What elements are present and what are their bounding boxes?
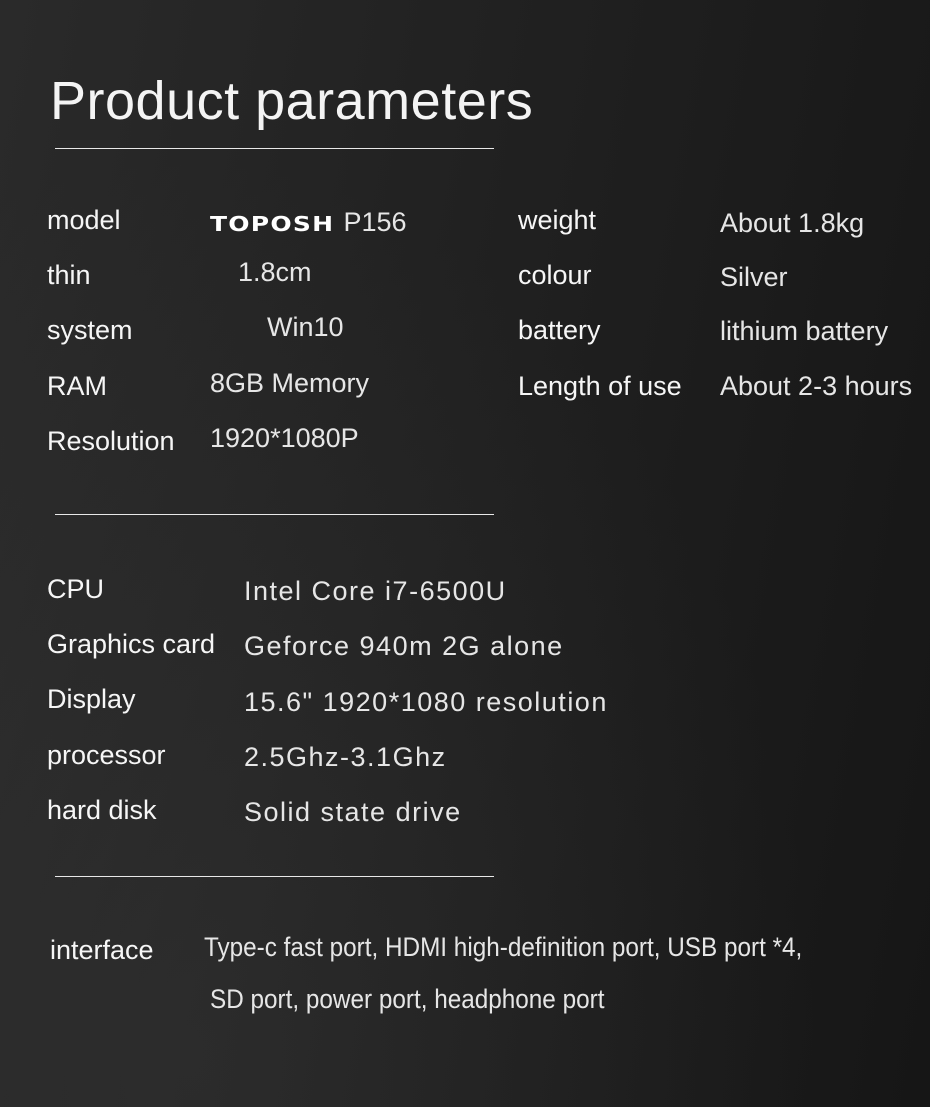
spec-value-colour: Silver (720, 262, 788, 292)
spec-value-weight: About 1.8kg (720, 208, 865, 238)
spec-value-battery: lithium battery (720, 316, 889, 346)
spec-value-cpu: Intel Core i7-6500U (244, 576, 507, 606)
section-divider-2 (55, 876, 494, 877)
spec-label-weight: weight (518, 205, 597, 235)
spec-value-interface-line-1: Type-c fast port, HDMI high-definition p… (204, 932, 803, 962)
spec-label-graphics-card: Graphics card (47, 629, 216, 659)
spec-label-thin: thin (47, 260, 91, 290)
spec-value-length-of-use: About 2-3 hours (720, 371, 913, 401)
section-divider-1 (55, 514, 494, 515)
spec-label-processor: processor (47, 740, 166, 770)
spec-label-colour: colour (518, 260, 592, 290)
spec-value-system: Win10 (267, 312, 344, 342)
page-title: Product parameters (50, 71, 534, 131)
product-parameters-panel: Product parameters model TOPOSH P156 thin… (0, 0, 930, 1107)
spec-label-model: model (47, 205, 121, 235)
spec-value-graphics-card: Geforce 940m 2G alone (244, 631, 564, 661)
spec-value-hard-disk: Solid state drive (244, 797, 462, 827)
model-number: P156 (343, 207, 407, 237)
brand-logo: TOPOSH (210, 212, 335, 236)
spec-value-thin: 1.8cm (238, 257, 312, 287)
spec-value-model: TOPOSH P156 (210, 209, 407, 236)
spec-label-ram: RAM (47, 371, 107, 401)
spec-label-resolution: Resolution (47, 426, 175, 456)
spec-label-system: system (47, 315, 133, 345)
title-divider (55, 148, 494, 149)
spec-label-interface: interface (50, 935, 154, 965)
spec-value-interface-line-2: SD port, power port, headphone port (210, 984, 605, 1014)
spec-value-ram: 8GB Memory (210, 368, 370, 398)
spec-label-battery: battery (518, 315, 601, 345)
spec-value-resolution: 1920*1080P (210, 423, 359, 453)
spec-label-cpu: CPU (47, 574, 105, 604)
spec-label-display: Display (47, 684, 136, 714)
spec-value-display: 15.6" 1920*1080 resolution (244, 687, 608, 717)
spec-value-processor: 2.5Ghz-3.1Ghz (244, 742, 447, 772)
spec-label-hard-disk: hard disk (47, 795, 157, 825)
spec-label-length-of-use: Length of use (518, 371, 682, 401)
